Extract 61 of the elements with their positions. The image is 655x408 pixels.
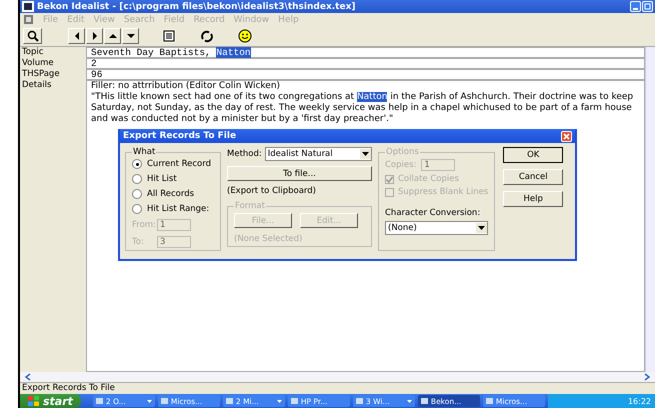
- app-icon: [22, 1, 34, 12]
- up-arrow-icon: [108, 33, 116, 39]
- input-field[interactable]: 2: [86, 58, 645, 69]
- dropdown-arrow-icon: [478, 226, 486, 230]
- field-label: Volume: [21, 58, 55, 69]
- search-button[interactable]: [23, 28, 42, 44]
- to-file-button[interactable]: To file...: [227, 166, 372, 181]
- down-button[interactable]: [122, 28, 139, 44]
- horizontal-scrollbar[interactable]: [20, 372, 655, 382]
- format-note: (None Selected): [234, 234, 304, 244]
- dialog-button[interactable]: Help: [503, 191, 564, 207]
- dialog-title: Export Records To File: [123, 131, 236, 141]
- scroll-left-icon[interactable]: [24, 373, 33, 381]
- dialog-button[interactable]: OK: [503, 147, 564, 163]
- details-text: "THis little known sect had one of its two congregations at Natton in the Parish of Ashchurch. Their doctrine was to keep Saturday, not Sunday, as the day of rest. The weekly service was help in a chapel whichused to be part of a farm house and was conducted not by a minister but by a 'first day preacher'.": [91, 92, 634, 125]
- conversion-dropdown[interactable]: (None): [385, 221, 488, 235]
- to-label: To:: [132, 237, 145, 247]
- previous-button[interactable]: [68, 28, 85, 44]
- details-text: Filler: no attrribution (Editor Colin Wicken): [91, 81, 282, 92]
- radio-option[interactable]: Current Record: [132, 159, 214, 169]
- field-label: Details: [21, 80, 52, 92]
- checkmark-icon: [386, 176, 393, 182]
- dialog-button[interactable]: Cancel: [503, 169, 564, 185]
- window-title: Bekon Idealist - [c:\program files\bekon\idealist3\thsindex.tex]: [37, 2, 357, 12]
- caret-icon: [406, 400, 412, 402]
- left-arrow-icon: [74, 32, 80, 40]
- close-button[interactable]: [561, 130, 572, 142]
- field-label: Topic: [21, 47, 44, 58]
- input-field[interactable]: 96: [86, 69, 645, 80]
- copies-label: Copies:: [385, 160, 416, 170]
- group-label: Options: [385, 147, 420, 157]
- caret-icon: [276, 400, 282, 402]
- radio-option[interactable]: Hit List: [132, 174, 214, 184]
- dropdown-arrow-icon: [362, 152, 369, 156]
- group-label: What: [132, 147, 156, 157]
- copies-field[interactable]: 1: [421, 159, 456, 171]
- clock: 16:22: [628, 396, 651, 406]
- input-field[interactable]: Seventh Day Baptists, Natton: [86, 47, 645, 58]
- group-label: Format: [234, 201, 266, 211]
- radio-option[interactable]: Hit List Range:: [132, 204, 214, 214]
- restore-icon: [644, 3, 651, 10]
- from-field[interactable]: 1: [157, 219, 191, 231]
- scroll-right-icon[interactable]: [642, 373, 651, 381]
- up-button[interactable]: [104, 28, 121, 44]
- document-icon[interactable]: [23, 14, 34, 25]
- radio-option[interactable]: All Records: [132, 189, 214, 199]
- to-field[interactable]: 3: [157, 236, 191, 248]
- clipboard-note: (Export to Clipboard): [227, 186, 317, 196]
- vertical-scrollbar[interactable]: [645, 47, 655, 372]
- down-arrow-icon: [126, 33, 134, 39]
- start-button[interactable]: start: [20, 394, 81, 408]
- method-label: Method:: [227, 149, 262, 159]
- field-label: THSPage: [21, 69, 61, 80]
- minimize-button[interactable]: [630, 1, 641, 12]
- conversion-label: Character Conversion:: [385, 208, 482, 218]
- restore-button[interactable]: [642, 1, 653, 12]
- right-arrow-icon: [92, 32, 98, 40]
- caret-icon: [146, 400, 152, 402]
- next-button[interactable]: [86, 28, 103, 44]
- method-dropdown[interactable]: Idealist Natural: [264, 147, 372, 161]
- windows-flag-icon: [28, 396, 39, 406]
